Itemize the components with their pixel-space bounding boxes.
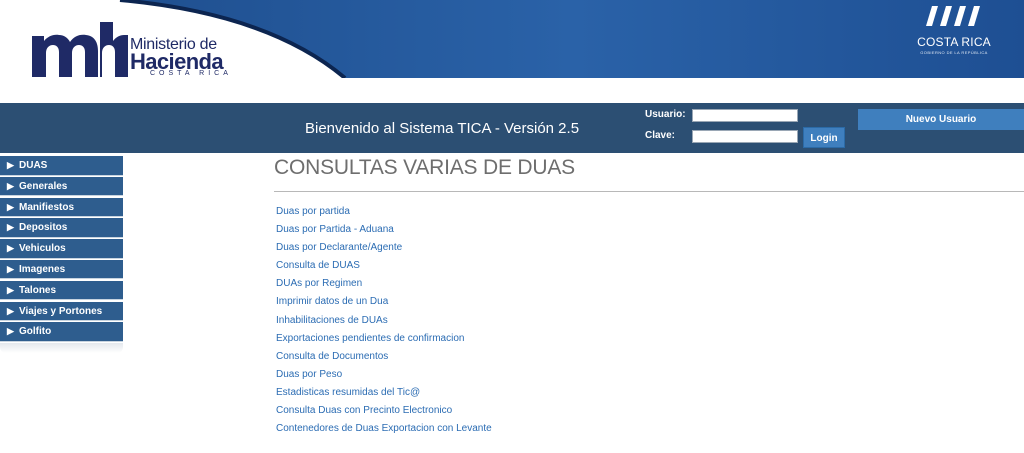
hacienda-logo[interactable]: Ministerio de Hacienda COSTA RICA (32, 22, 232, 78)
triangle-right-icon: ▶ (7, 222, 14, 233)
query-links-list: Duas por partida Duas por Partida - Adua… (276, 206, 492, 441)
user-input[interactable] (692, 109, 798, 122)
triangle-right-icon: ▶ (7, 284, 14, 295)
link-consulta-de-duas[interactable]: Consulta de DUAS (276, 260, 492, 278)
link-contenedores-exportacion-levante[interactable]: Contenedores de Duas Exportacion con Lev… (276, 423, 492, 441)
link-duas-por-partida[interactable]: Duas por partida (276, 206, 492, 224)
page-title: CONSULTAS VARIAS DE DUAS (274, 156, 575, 179)
sidebar-menu: ▶ DUAS ▶ Generales ▶ Manifiestos ▶ Depositos… (0, 156, 123, 354)
triangle-right-icon: ▶ (7, 263, 14, 274)
link-duas-por-regimen[interactable]: DUAs por Regimen (276, 278, 492, 296)
gobierno-text: GOBIERNO DE LA REPÚBLICA (920, 50, 988, 55)
costa-rica-text: COSTA RICA (917, 35, 991, 49)
triangle-right-icon: ▶ (7, 305, 14, 316)
sidebar-item-duas[interactable]: ▶ DUAS (0, 156, 123, 176)
link-imprimir-datos-de-un-dua[interactable]: Imprimir datos de un Dua (276, 296, 492, 314)
link-inhabilitaciones-de-duas[interactable]: Inhabilitaciones de DUAs (276, 315, 492, 333)
sidebar-item-depositos[interactable]: ▶ Depositos (0, 218, 123, 238)
triangle-right-icon: ▶ (7, 201, 14, 212)
triangle-right-icon: ▶ (7, 243, 14, 254)
sidebar-item-label: Generales (19, 180, 68, 192)
sidebar-item-label: DUAS (19, 160, 48, 171)
login-button[interactable]: Login (803, 127, 845, 148)
triangle-right-icon: ▶ (7, 160, 14, 170)
link-duas-por-partida-aduana[interactable]: Duas por Partida - Aduana (276, 224, 492, 242)
welcome-message: Bienvenido al Sistema TICA - Versión 2.5 (305, 120, 580, 137)
triangle-right-icon: ▶ (7, 180, 14, 191)
sidebar-bottom-shadow (0, 343, 123, 354)
link-duas-por-peso[interactable]: Duas por Peso (276, 369, 492, 387)
link-consulta-duas-precinto[interactable]: Consulta Duas con Precinto Electronico (276, 405, 492, 423)
sidebar-item-golfito[interactable]: ▶ Golfito (0, 322, 123, 342)
user-label: Usuario: (645, 109, 686, 120)
costa-rica-stripes-icon (926, 6, 980, 26)
sidebar-item-manifiestos[interactable]: ▶ Manifiestos (0, 197, 123, 218)
costa-rica-gov-logo: COSTA RICA GOBIERNO DE LA REPÚBLICA (912, 4, 996, 58)
new-user-button[interactable]: Nuevo Usuario (858, 109, 1024, 130)
logo-costa-rica-text: COSTA RICA (150, 70, 232, 77)
link-duas-por-declarante-agente[interactable]: Duas por Declarante/Agente (276, 242, 492, 260)
title-divider (274, 191, 1024, 192)
sidebar-item-label: Depositos (19, 222, 68, 234)
sidebar-item-label: Vehiculos (19, 243, 66, 255)
sidebar-item-label: Golfito (19, 326, 52, 338)
password-input[interactable] (692, 130, 798, 143)
mh-logo-icon (32, 22, 128, 77)
login-bar: Bienvenido al Sistema TICA - Versión 2.5… (0, 103, 1024, 153)
sidebar-item-label: Manifiestos (19, 201, 75, 213)
sidebar-item-imagenes[interactable]: ▶ Imagenes (0, 259, 123, 280)
sidebar-item-viajes-y-portones[interactable]: ▶ Viajes y Portones (0, 301, 123, 322)
sidebar-item-generales[interactable]: ▶ Generales (0, 176, 123, 197)
sidebar-item-talones[interactable]: ▶ Talones (0, 280, 123, 301)
sidebar-item-label: Talones (19, 284, 57, 296)
sidebar-item-label: Viajes y Portones (19, 305, 103, 317)
triangle-right-icon: ▶ (7, 326, 14, 337)
password-label: Clave: (645, 130, 676, 141)
link-consulta-de-documentos[interactable]: Consulta de Documentos (276, 351, 492, 369)
link-exportaciones-pendientes[interactable]: Exportaciones pendientes de confirmacion (276, 333, 492, 351)
link-estadisticas-resumidas[interactable]: Estadisticas resumidas del Tic@ (276, 387, 492, 405)
sidebar-item-vehiculos[interactable]: ▶ Vehiculos (0, 239, 123, 259)
sidebar-item-label: Imagenes (19, 263, 66, 275)
header-banner: Ministerio de Hacienda COSTA RICA COSTA … (0, 0, 1024, 78)
